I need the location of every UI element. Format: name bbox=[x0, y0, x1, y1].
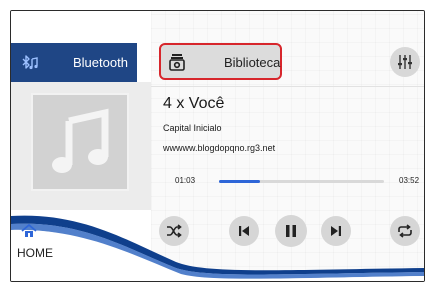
screen: Bluetooth Biblioteca 4 x Você Capital In… bbox=[0, 0, 433, 292]
library-icon bbox=[169, 54, 185, 71]
bluetooth-music-icon bbox=[22, 55, 38, 70]
skip-next-icon bbox=[331, 226, 341, 236]
bottom-wave-decoration bbox=[11, 215, 424, 281]
library-label: Biblioteca bbox=[224, 55, 281, 70]
repeat-button[interactable] bbox=[390, 216, 420, 246]
album-name: wwwww.blogdopqno.rg3.net bbox=[163, 143, 276, 153]
album-art bbox=[31, 93, 129, 191]
progress-bar[interactable] bbox=[219, 180, 384, 183]
shuffle-button[interactable] bbox=[159, 216, 189, 246]
artist-name: Capital Inicialo bbox=[163, 123, 222, 133]
media-player-window: Bluetooth Biblioteca 4 x Você Capital In… bbox=[10, 10, 425, 282]
pause-button[interactable] bbox=[275, 215, 307, 247]
progress-fill bbox=[219, 180, 261, 183]
repeat-icon bbox=[398, 224, 412, 238]
pause-icon bbox=[286, 225, 296, 237]
bluetooth-label: Bluetooth bbox=[73, 55, 128, 70]
library-button[interactable]: Biblioteca bbox=[159, 43, 282, 80]
next-track-button[interactable] bbox=[321, 216, 351, 246]
equalizer-icon bbox=[398, 55, 412, 69]
header-divider bbox=[151, 86, 424, 87]
home-label[interactable]: HOME bbox=[17, 246, 53, 260]
song-title: 4 x Você bbox=[163, 95, 225, 112]
bluetooth-source-tab[interactable]: Bluetooth bbox=[11, 43, 137, 82]
equalizer-button[interactable] bbox=[390, 47, 420, 77]
music-note-icon bbox=[52, 108, 109, 173]
home-icon[interactable] bbox=[21, 224, 37, 238]
previous-track-button[interactable] bbox=[229, 216, 259, 246]
total-time: 03:52 bbox=[399, 176, 420, 185]
left-header-area bbox=[11, 11, 151, 43]
skip-previous-icon bbox=[239, 226, 249, 236]
elapsed-time: 01:03 bbox=[175, 176, 196, 185]
shuffle-icon bbox=[167, 224, 182, 238]
